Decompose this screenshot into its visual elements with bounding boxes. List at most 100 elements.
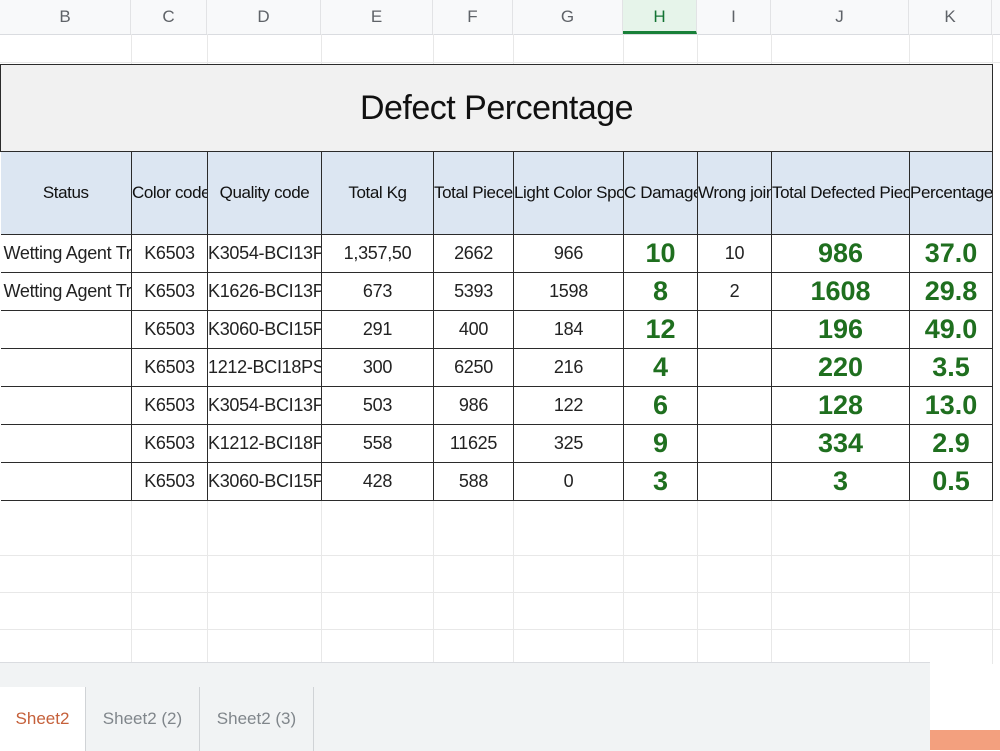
cell-c-damage[interactable]: 10	[623, 234, 698, 273]
cell-light-spots[interactable]: 1598	[513, 272, 624, 311]
cell-total-kg[interactable]: 673	[321, 272, 434, 311]
cell-total-kg[interactable]: 300	[321, 348, 434, 387]
table-row: K6503 K1212-BCI18PSA 558 11625 325 9 334…	[0, 424, 994, 463]
header-wrong-joint[interactable]: Wrong joint	[697, 151, 772, 235]
table-row: K6503 K3060-BCI15PSA 291 400 184 12 196 …	[0, 310, 994, 349]
cell-total-defected[interactable]: 220	[771, 348, 910, 387]
cell-total-pieces[interactable]: 2662	[433, 234, 514, 273]
cell-status[interactable]	[0, 348, 132, 387]
cell-total-pieces[interactable]: 5393	[433, 272, 514, 311]
cell-status[interactable]	[0, 462, 132, 501]
cell-quality-code[interactable]: K1212-BCI18PSA	[207, 424, 322, 463]
cell-status[interactable]: Wetting Agent Trial	[0, 272, 132, 311]
cell-c-damage[interactable]: 6	[623, 386, 698, 425]
header-quality-code[interactable]: Quality code	[207, 151, 322, 235]
cell-total-pieces[interactable]: 11625	[433, 424, 514, 463]
cell-total-defected[interactable]: 3	[771, 462, 910, 501]
header-total-kg[interactable]: Total Kg	[321, 151, 434, 235]
cell-total-kg[interactable]: 291	[321, 310, 434, 349]
cell-total-pieces[interactable]: 588	[433, 462, 514, 501]
cell-status[interactable]	[0, 424, 132, 463]
cell-c-damage[interactable]: 4	[623, 348, 698, 387]
cell-wrong-joint[interactable]	[697, 386, 772, 425]
cell-light-spots[interactable]: 325	[513, 424, 624, 463]
cell-percentage[interactable]: 49.0	[908, 310, 994, 349]
cell-total-defected[interactable]: 334	[771, 424, 910, 463]
grid-line	[0, 592, 1000, 593]
column-header-e[interactable]: E	[321, 0, 433, 34]
header-percentage[interactable]: Percentage	[908, 151, 994, 235]
header-status[interactable]: Status	[0, 151, 132, 235]
column-header-h[interactable]: H	[623, 0, 697, 34]
cell-status[interactable]	[0, 310, 132, 349]
cell-c-damage[interactable]: 12	[623, 310, 698, 349]
cell-status[interactable]	[0, 386, 132, 425]
cell-total-defected[interactable]: 196	[771, 310, 910, 349]
cell-quality-code[interactable]: K3054-BCI13PSA	[207, 386, 322, 425]
cell-percentage[interactable]: 2.9	[908, 424, 994, 463]
header-total-defected-pieces[interactable]: Total Defected Pieces	[771, 151, 910, 235]
cell-percentage[interactable]: 37.0	[908, 234, 994, 273]
cell-light-spots[interactable]: 0	[513, 462, 624, 501]
sheet-tab-sheet2[interactable]: Sheet2	[0, 687, 86, 751]
cell-light-spots[interactable]: 216	[513, 348, 624, 387]
header-color-code[interactable]: Color code	[131, 151, 208, 235]
column-header-f[interactable]: F	[433, 0, 513, 34]
cell-quality-code[interactable]: K3060-BCI15PSA	[207, 462, 322, 501]
cell-c-damage[interactable]: 9	[623, 424, 698, 463]
cell-total-defected[interactable]: 1608	[771, 272, 910, 311]
cell-status[interactable]: Wetting Agent Trial	[0, 234, 132, 273]
cell-percentage[interactable]: 0.5	[908, 462, 994, 501]
cell-wrong-joint[interactable]	[697, 348, 772, 387]
cell-wrong-joint[interactable]	[697, 310, 772, 349]
cell-total-pieces[interactable]: 6250	[433, 348, 514, 387]
header-c-damage[interactable]: C Damage	[623, 151, 698, 235]
cell-percentage[interactable]: 13.0	[908, 386, 994, 425]
cell-quality-code[interactable]: K3054-BCI13PSA	[207, 234, 322, 273]
defect-percentage-table: Defect Percentage Status Color code Qual…	[0, 64, 994, 501]
cell-percentage[interactable]: 3.5	[908, 348, 994, 387]
sheet-tab-sheet2-3[interactable]: Sheet2 (3)	[200, 687, 314, 751]
cell-total-pieces[interactable]: 986	[433, 386, 514, 425]
cell-color-code[interactable]: K6503	[131, 348, 208, 387]
column-header-k[interactable]: K	[909, 0, 992, 34]
cell-color-code[interactable]: K6503	[131, 424, 208, 463]
report-title[interactable]: Defect Percentage	[0, 64, 994, 152]
cell-total-kg[interactable]: 1,357,50	[321, 234, 434, 273]
column-header-g[interactable]: G	[513, 0, 623, 34]
cell-wrong-joint[interactable]: 2	[697, 272, 772, 311]
cell-total-kg[interactable]: 428	[321, 462, 434, 501]
cell-quality-code[interactable]: K1626-BCI13PSA	[207, 272, 322, 311]
cell-light-spots[interactable]: 966	[513, 234, 624, 273]
cell-color-code[interactable]: K6503	[131, 272, 208, 311]
table-row: K6503 K3054-BCI13PSA 503 986 122 6 128 1…	[0, 386, 994, 425]
cell-color-code[interactable]: K6503	[131, 462, 208, 501]
cell-quality-code[interactable]: 1212-BCI18PSA	[207, 348, 322, 387]
cell-color-code[interactable]: K6503	[131, 310, 208, 349]
column-header-i[interactable]: I	[697, 0, 771, 34]
cell-total-defected[interactable]: 986	[771, 234, 910, 273]
column-header-b[interactable]: B	[0, 0, 131, 34]
cell-c-damage[interactable]: 3	[623, 462, 698, 501]
cell-light-spots[interactable]: 184	[513, 310, 624, 349]
cell-percentage[interactable]: 29.8	[908, 272, 994, 311]
cell-total-kg[interactable]: 558	[321, 424, 434, 463]
cell-color-code[interactable]: K6503	[131, 234, 208, 273]
header-light-color-spots[interactable]: Light Color Spots on Cut panna	[513, 151, 624, 235]
sheet-tab-sheet2-2[interactable]: Sheet2 (2)	[86, 687, 200, 751]
cell-total-kg[interactable]: 503	[321, 386, 434, 425]
cell-wrong-joint[interactable]	[697, 424, 772, 463]
cell-total-defected[interactable]: 128	[771, 386, 910, 425]
cell-light-spots[interactable]: 122	[513, 386, 624, 425]
header-total-pieces[interactable]: Total Pieces	[433, 151, 514, 235]
cell-quality-code[interactable]: K3060-BCI15PSA	[207, 310, 322, 349]
column-header-d[interactable]: D	[207, 0, 321, 34]
cell-wrong-joint[interactable]	[697, 462, 772, 501]
cell-c-damage[interactable]: 8	[623, 272, 698, 311]
cell-total-pieces[interactable]: 400	[433, 310, 514, 349]
column-header-c[interactable]: C	[131, 0, 207, 34]
cell-wrong-joint[interactable]: 10	[697, 234, 772, 273]
table-row: Wetting Agent Trial K6503 K1626-BCI13PSA…	[0, 272, 994, 311]
cell-color-code[interactable]: K6503	[131, 386, 208, 425]
column-header-j[interactable]: J	[771, 0, 909, 34]
